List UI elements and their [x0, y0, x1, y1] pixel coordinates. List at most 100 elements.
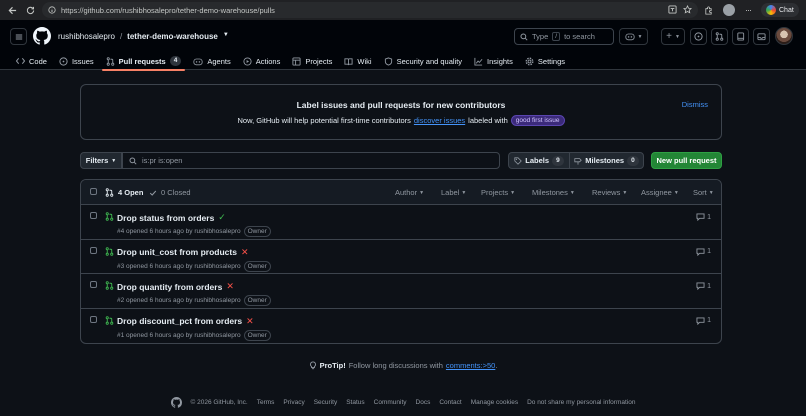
user-avatar[interactable]: [775, 27, 793, 45]
tab-pull-requests[interactable]: Pull requests 4: [100, 52, 188, 71]
milestones-button[interactable]: Milestones 0: [569, 152, 644, 169]
check-success-icon[interactable]: ✓: [218, 212, 226, 223]
comments-link[interactable]: 1: [696, 247, 711, 256]
repo-link[interactable]: tether-demo-warehouse: [127, 32, 218, 41]
more-options-icon[interactable]: ···: [745, 5, 752, 15]
tab-settings[interactable]: Settings: [519, 52, 571, 70]
search-icon: [129, 156, 137, 165]
assignee-filter[interactable]: Assignee ▼: [641, 188, 679, 197]
github-logo-icon[interactable]: [33, 27, 51, 45]
address-bar[interactable]: https://github.com/rushibhosalepro/tethe…: [42, 2, 698, 18]
comment-count: 1: [707, 213, 711, 221]
footer-link-do-not-share[interactable]: Do not share my personal information: [527, 399, 635, 406]
row-checkbox[interactable]: [90, 246, 97, 254]
sort-filter[interactable]: Sort ▼: [693, 188, 714, 197]
footer-link-contact[interactable]: Contact: [439, 399, 461, 406]
milestones-filter[interactable]: Milestones ▼: [532, 188, 575, 197]
profile-avatar[interactable]: [723, 4, 735, 16]
github-footer-logo-icon[interactable]: [170, 397, 182, 408]
back-icon[interactable]: [4, 2, 20, 18]
good-first-issue-label[interactable]: good first issue: [510, 115, 565, 126]
extensions-icon[interactable]: [704, 5, 713, 15]
dismiss-button[interactable]: Dismiss: [682, 100, 708, 109]
pr-meta: #3 opened 6 hours ago by rushibhosalepro: [117, 262, 241, 270]
tab-label: Issues: [71, 56, 94, 66]
pr-meta: #2 opened 6 hours ago by rushibhosalepro: [117, 297, 241, 304]
x-failure-icon[interactable]: ✕: [226, 281, 234, 292]
tab-actions[interactable]: Actions: [237, 52, 287, 70]
open-filter[interactable]: 4 Open: [105, 188, 143, 197]
pr-title-link[interactable]: Drop discount_pct from orders: [117, 316, 242, 326]
discover-issues-link[interactable]: discover issues: [414, 116, 465, 125]
comments-link[interactable]: 1: [696, 213, 711, 221]
footer-link-community[interactable]: Community: [374, 399, 407, 406]
reviews-filter[interactable]: Reviews ▼: [592, 188, 627, 197]
chat-label: Chat: [779, 6, 794, 14]
row-checkbox[interactable]: [90, 212, 97, 219]
footer-link-docs[interactable]: Docs: [416, 399, 431, 406]
tab-code[interactable]: Code: [10, 52, 53, 70]
footer-link-manage-cookies[interactable]: Manage cookies: [471, 399, 518, 406]
x-failure-icon[interactable]: ✕: [246, 316, 254, 327]
repo-icon: [737, 32, 745, 41]
tab-projects[interactable]: Projects: [286, 52, 338, 70]
filter-search-input[interactable]: is:pr is:open: [122, 152, 500, 169]
protip-link[interactable]: comments:>50: [446, 361, 495, 370]
filter-bar: Filters ▼ is:pr is:open Labels 9 Milesto…: [80, 152, 722, 169]
labels-button[interactable]: Labels 9: [508, 152, 570, 169]
protip-label: ProTip!: [319, 361, 346, 370]
copilot-button[interactable]: ▼: [619, 28, 648, 45]
graph-icon: [474, 57, 483, 66]
pr-title-link[interactable]: Drop status from orders: [117, 213, 214, 223]
issues-button[interactable]: [690, 28, 707, 45]
author-filter[interactable]: Author ▼: [395, 188, 424, 197]
banner-title: Label issues and pull requests for new c…: [296, 100, 506, 110]
owner-link[interactable]: rushibhosalepro: [58, 32, 115, 41]
tab-issues[interactable]: Issues: [53, 52, 100, 70]
milestones-label: Milestones: [585, 156, 625, 165]
pull-requests-button[interactable]: [711, 28, 728, 45]
search-input[interactable]: Type / to search: [514, 28, 614, 45]
issue-opened-icon: [59, 56, 68, 66]
banner-subtitle: Now, GitHub will help potential first-ti…: [81, 115, 721, 126]
comments-link[interactable]: 1: [696, 316, 711, 325]
x-failure-icon[interactable]: ✕: [241, 247, 249, 258]
github-header: rushibhosalepro / tether-demo-warehouse …: [0, 20, 806, 71]
projects-filter[interactable]: Projects ▼: [481, 188, 515, 197]
star-bookmark-icon[interactable]: [683, 5, 692, 14]
row-checkbox[interactable]: [90, 281, 97, 288]
chevron-down-icon[interactable]: ▼: [223, 32, 229, 41]
new-pull-request-button[interactable]: New pull request: [651, 152, 722, 169]
reload-icon[interactable]: [22, 2, 38, 18]
footer-link-privacy[interactable]: Privacy: [283, 399, 304, 406]
site-info-icon[interactable]: [48, 6, 56, 14]
notifications-button[interactable]: [753, 28, 770, 45]
tab-agents[interactable]: Agents: [187, 52, 236, 70]
row-checkbox[interactable]: [90, 315, 97, 323]
footer-link-status[interactable]: Status: [346, 399, 364, 406]
issue-opened-icon: [694, 32, 703, 41]
comment-icon: [696, 213, 705, 221]
tab-insights[interactable]: Insights: [468, 52, 519, 70]
translate-icon[interactable]: [668, 5, 677, 14]
chat-button[interactable]: Chat: [761, 3, 799, 17]
git-pull-request-icon: [105, 188, 114, 197]
breadcrumb-separator: /: [119, 32, 123, 41]
closed-filter[interactable]: 0 Closed: [149, 188, 191, 197]
url-text[interactable]: https://github.com/rushibhosalepro/tethe…: [61, 6, 275, 15]
filters-button[interactable]: Filters ▼: [80, 152, 122, 169]
comments-link[interactable]: 1: [696, 282, 711, 290]
label-filter[interactable]: Label ▼: [441, 188, 466, 197]
menu-icon[interactable]: [10, 28, 27, 45]
comment-icon: [696, 316, 705, 325]
tab-security[interactable]: Security and quality: [378, 52, 468, 70]
select-all-checkbox[interactable]: [90, 188, 97, 195]
tab-label: Settings: [537, 56, 566, 66]
tab-wiki[interactable]: Wiki: [338, 52, 377, 70]
create-new-button[interactable]: + ▼: [661, 28, 685, 45]
footer-link-security[interactable]: Security: [314, 399, 337, 406]
pr-title-link[interactable]: Drop unit_cost from products: [117, 247, 237, 257]
footer-link-terms[interactable]: Terms: [257, 399, 275, 406]
pr-title-link[interactable]: Drop quantity from orders: [117, 282, 222, 292]
repositories-button[interactable]: [732, 28, 749, 45]
